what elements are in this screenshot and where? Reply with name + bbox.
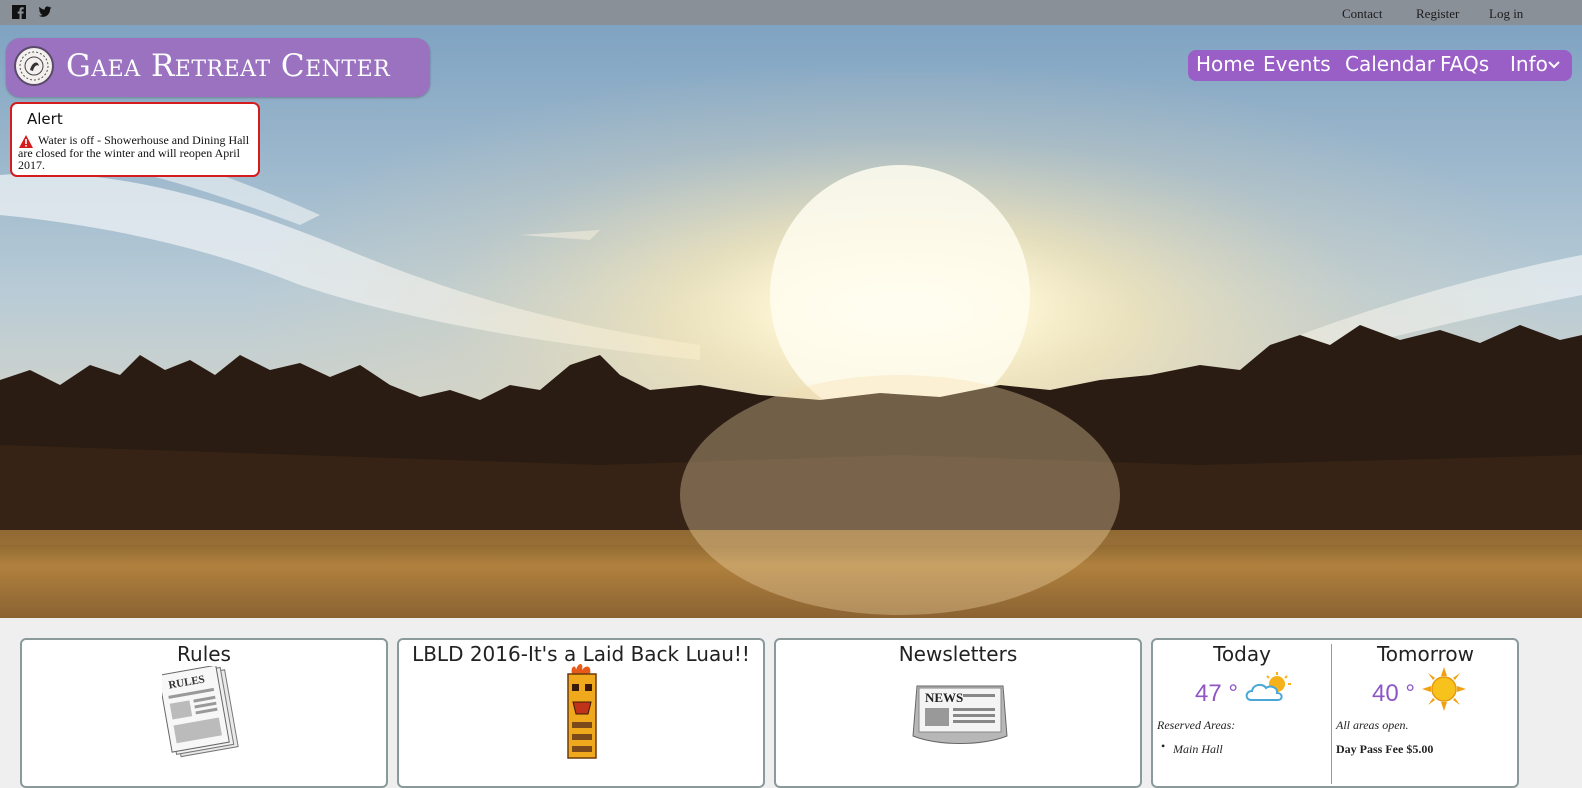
chevron-down-icon[interactable] [1548,60,1560,70]
nav-calendar[interactable]: Calendar [1345,52,1435,76]
main-nav: Home Events Calendar FAQs Info [1188,50,1572,81]
weather-card: Today 47 ° Reserved Areas: • Main Hall T… [1151,638,1519,788]
tiki-image[interactable] [564,662,600,762]
nav-events[interactable]: Events [1263,52,1331,76]
newsletters-card-title[interactable]: Newsletters [776,642,1140,666]
day-pass-fee: Day Pass Fee $5.00 [1336,742,1434,756]
areas-open-note: All areas open. [1336,718,1409,732]
svg-text:NEWS: NEWS [925,690,963,705]
facebook-icon[interactable] [12,5,26,19]
weather-tomorrow-temp: 40 ° [1372,680,1415,707]
site-title: Gaea Retreat Center [66,48,391,84]
weather-today: Today 47 ° Reserved Areas: • Main Hall [1153,640,1331,786]
weather-today-title: Today [1213,642,1271,666]
weather-tomorrow-title: Tomorrow [1376,642,1475,666]
top-utility-bar: Contact Register Log in [0,0,1582,26]
logo-emblem-icon [14,46,54,86]
contact-link[interactable]: Contact [1342,6,1382,22]
weather-today-temp: 47 ° [1195,680,1238,707]
rules-card-title[interactable]: Rules [22,642,386,666]
alert-title: Alert [27,110,63,128]
nav-home[interactable]: Home [1196,52,1255,76]
reserved-area-item: Main Hall [1173,742,1223,756]
alert-message: Water is off - Showerhouse and Dining Ha… [18,133,250,172]
newsletters-card[interactable]: Newsletters NEWS [774,638,1142,788]
reserved-areas-label: Reserved Areas: [1157,718,1236,732]
alert-box: Alert Water is off - Showerhouse and Din… [10,102,260,177]
site-logo[interactable]: Gaea Retreat Center [6,38,430,97]
sun-icon [1422,667,1466,711]
rules-newspaper-image[interactable]: RULES [162,666,247,761]
nav-info[interactable]: Info [1510,52,1548,76]
twitter-icon[interactable] [38,5,52,19]
nav-faqs[interactable]: FAQs [1440,52,1489,76]
weather-tomorrow: Tomorrow 40 ° All areas open. Day Pass F… [1332,640,1517,786]
partly-cloudy-icon [1245,672,1291,701]
lbld-event-card[interactable]: LBLD 2016-It's a Laid Back Luau!! [397,638,765,788]
bullet-glyph: • [1161,739,1166,753]
news-image[interactable]: NEWS [911,680,1009,746]
login-link[interactable]: Log in [1489,6,1523,22]
rules-card[interactable]: Rules RULES [20,638,388,788]
register-link[interactable]: Register [1416,6,1459,22]
